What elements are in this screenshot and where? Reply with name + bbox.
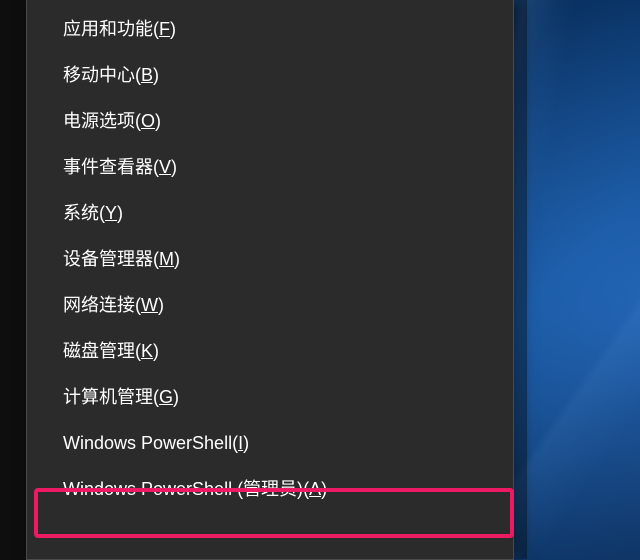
- menu-item-label: 电源选项: [63, 111, 135, 131]
- menu-item-label: Windows PowerShell: [63, 433, 232, 453]
- menu-shadow: [513, 0, 527, 559]
- menu-item-key: K: [141, 341, 153, 361]
- menu-item-power-options[interactable]: 电源选项(O): [27, 98, 513, 144]
- menu-item-label: 设备管理器: [63, 249, 153, 269]
- winx-power-user-menu: 应用和功能(F) 移动中心(B) 电源选项(O) 事件查看器(V) 系统(Y) …: [26, 0, 514, 560]
- menu-item-label: 事件查看器: [63, 157, 153, 177]
- menu-item-key: A: [309, 479, 321, 499]
- menu-item-label: 计算机管理: [63, 387, 153, 407]
- menu-item-computer-management[interactable]: 计算机管理(G): [27, 374, 513, 420]
- menu-item-system[interactable]: 系统(Y): [27, 190, 513, 236]
- left-dark-strip: [0, 0, 26, 560]
- menu-item-disk-management[interactable]: 磁盘管理(K): [27, 328, 513, 374]
- menu-item-key: F: [159, 19, 170, 39]
- menu-list: 应用和功能(F) 移动中心(B) 电源选项(O) 事件查看器(V) 系统(Y) …: [27, 0, 513, 512]
- menu-item-label: 系统: [63, 203, 99, 223]
- menu-item-key: O: [141, 111, 155, 131]
- menu-item-powershell[interactable]: Windows PowerShell(I): [27, 420, 513, 466]
- menu-item-event-viewer[interactable]: 事件查看器(V): [27, 144, 513, 190]
- menu-item-label: 移动中心: [63, 65, 135, 85]
- menu-item-network-connections[interactable]: 网络连接(W): [27, 282, 513, 328]
- menu-item-key: G: [159, 387, 173, 407]
- menu-item-label: 网络连接: [63, 295, 135, 315]
- menu-item-device-manager[interactable]: 设备管理器(M): [27, 236, 513, 282]
- menu-item-key: W: [141, 295, 158, 315]
- menu-item-label: Windows PowerShell (管理员): [63, 479, 303, 499]
- menu-item-apps-and-features[interactable]: 应用和功能(F): [27, 6, 513, 52]
- menu-item-powershell-admin[interactable]: Windows PowerShell (管理员)(A): [27, 466, 513, 512]
- menu-item-key: M: [159, 249, 174, 269]
- menu-item-mobility-center[interactable]: 移动中心(B): [27, 52, 513, 98]
- menu-item-label: 磁盘管理: [63, 341, 135, 361]
- menu-item-label: 应用和功能: [63, 19, 153, 39]
- menu-item-key: B: [141, 65, 153, 85]
- menu-item-key: V: [159, 157, 171, 177]
- menu-item-key: I: [238, 433, 243, 453]
- menu-item-key: Y: [105, 203, 117, 223]
